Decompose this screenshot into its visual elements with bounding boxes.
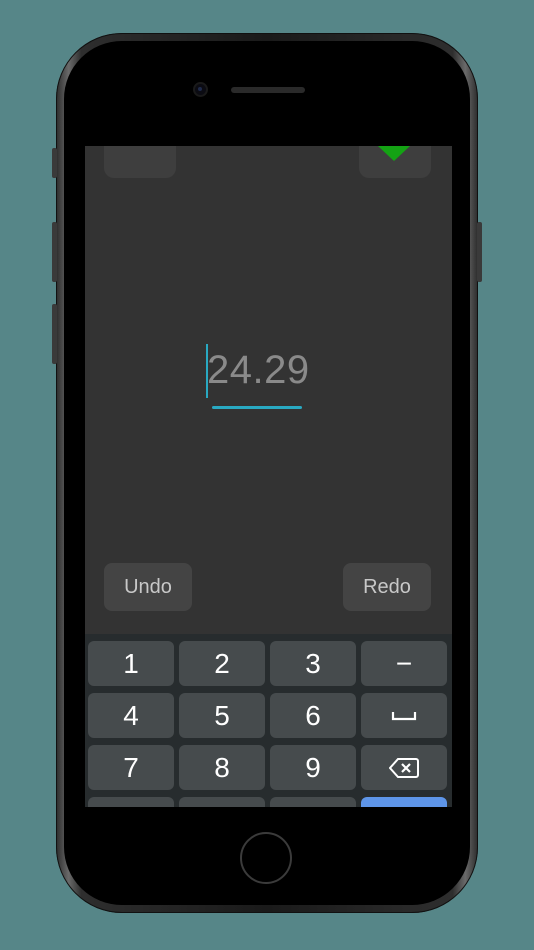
numeric-keyboard: 1 2 3 − 4 5 6 7 8 9 — [85, 634, 452, 807]
key-6[interactable]: 6 — [270, 693, 356, 738]
check-icon — [378, 146, 410, 161]
key-7[interactable]: 7 — [88, 745, 174, 790]
field-underline — [212, 406, 302, 409]
key-4[interactable]: 4 — [88, 693, 174, 738]
backspace-icon — [389, 757, 419, 778]
mute-switch — [52, 148, 57, 178]
confirm-button[interactable] — [359, 146, 431, 178]
value-text: 24.29 — [207, 348, 310, 392]
key-partial-3[interactable] — [270, 797, 356, 807]
front-camera — [195, 84, 206, 95]
value-field[interactable]: 24.29 — [205, 344, 345, 414]
key-partial-2[interactable] — [179, 797, 265, 807]
key-5[interactable]: 5 — [179, 693, 265, 738]
undo-button[interactable]: Undo — [104, 563, 192, 611]
space-icon — [391, 711, 417, 720]
done-key[interactable] — [361, 797, 447, 807]
key-minus[interactable]: − — [361, 641, 447, 686]
volume-down-button — [52, 304, 57, 364]
key-3[interactable]: 3 — [270, 641, 356, 686]
app-screen: 24.29 Undo Redo 1 2 3 − 4 5 6 7 8 9 — [85, 146, 452, 807]
key-9[interactable]: 9 — [270, 745, 356, 790]
backspace-key[interactable] — [361, 745, 447, 790]
earpiece-speaker — [231, 87, 305, 93]
key-8[interactable]: 8 — [179, 745, 265, 790]
key-partial-1[interactable] — [88, 797, 174, 807]
cancel-button[interactable] — [104, 146, 176, 178]
volume-up-button — [52, 222, 57, 282]
key-2[interactable]: 2 — [179, 641, 265, 686]
redo-button[interactable]: Redo — [343, 563, 431, 611]
home-button[interactable] — [240, 832, 292, 884]
power-button — [477, 222, 482, 282]
key-1[interactable]: 1 — [88, 641, 174, 686]
space-key[interactable] — [361, 693, 447, 738]
